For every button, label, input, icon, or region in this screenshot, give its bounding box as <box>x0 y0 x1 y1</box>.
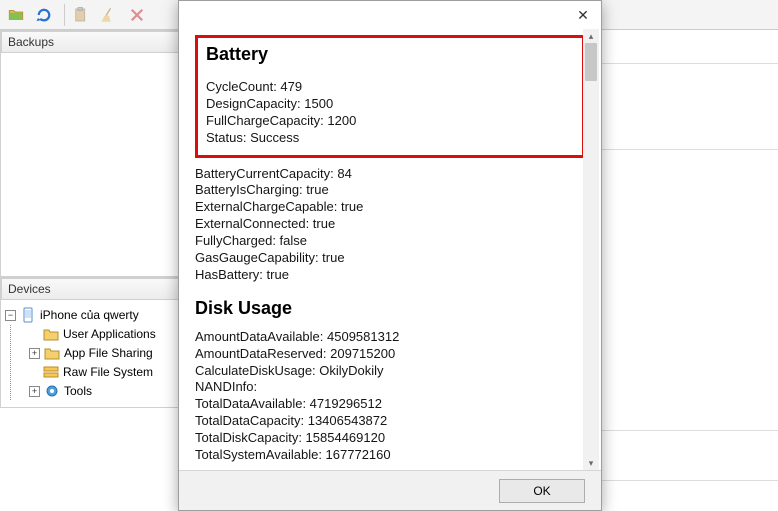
info-line: AmountDataReserved: 209715200 <box>195 346 585 363</box>
tree-item-tools[interactable]: + Tools <box>11 382 175 400</box>
info-line: TotalSystemAvailable: 167772160 <box>195 447 585 464</box>
device-tree: − iPhone của qwerty User Applications + … <box>1 300 179 407</box>
info-line: AmountDataAvailable: 4509581312 <box>195 329 585 346</box>
scroll-down-icon[interactable]: ▾ <box>583 456 599 470</box>
toolbar-divider <box>64 4 65 26</box>
devices-header: Devices <box>1 278 179 300</box>
broom-icon[interactable] <box>97 3 121 27</box>
battery-extended: BatteryCurrentCapacity: 84BatteryIsCharg… <box>195 166 585 284</box>
tree-item-raw-file-system[interactable]: Raw File System <box>11 363 175 381</box>
scroll-thumb[interactable] <box>585 43 597 81</box>
close-icon[interactable]: ✕ <box>569 4 597 26</box>
disk-title: Disk Usage <box>195 298 585 319</box>
refresh-icon[interactable] <box>32 3 56 27</box>
backups-header: Backups <box>1 31 179 53</box>
tree-item-label: User Applications <box>63 327 156 341</box>
dialog-footer: OK <box>179 470 601 510</box>
battery-highlight-box: Battery CycleCount: 479DesignCapacity: 1… <box>195 35 585 158</box>
plus-icon[interactable]: + <box>29 348 40 359</box>
info-line: TotalDataAvailable: 4719296512 <box>195 396 585 413</box>
tree-item-label: Raw File System <box>63 365 153 379</box>
devices-panel: Devices − iPhone của qwerty User Applica… <box>0 277 180 408</box>
tree-root[interactable]: − iPhone của qwerty <box>5 306 175 324</box>
delete-icon[interactable] <box>125 3 149 27</box>
info-line: TotalDataCapacity: 13406543872 <box>195 413 585 430</box>
phone-icon <box>20 308 36 322</box>
paste-icon[interactable] <box>69 3 93 27</box>
scroll-up-icon[interactable]: ▴ <box>583 29 599 43</box>
tree-item-label: App File Sharing <box>64 346 153 360</box>
info-line: BatteryIsCharging: true <box>195 182 585 199</box>
info-line: NANDInfo: <box>195 379 585 396</box>
ok-button[interactable]: OK <box>499 479 585 503</box>
info-line: FullChargeCapacity: 1200 <box>206 113 574 130</box>
info-line: TotalDiskCapacity: 15854469120 <box>195 430 585 447</box>
info-line: BatteryCurrentCapacity: 84 <box>195 166 585 183</box>
backups-panel: Backups <box>0 30 180 277</box>
disk-usage-block: Disk Usage AmountDataAvailable: 45095813… <box>195 298 585 464</box>
tree-item-label: Tools <box>64 384 92 398</box>
info-line: Status: Success <box>206 130 574 147</box>
tree-root-label: iPhone của qwerty <box>40 308 139 322</box>
info-line: ExternalChargeCapable: true <box>195 199 585 216</box>
info-line: GasGaugeCapability: true <box>195 250 585 267</box>
minus-icon[interactable]: − <box>5 310 16 321</box>
info-line: ExternalConnected: true <box>195 216 585 233</box>
info-line: DesignCapacity: 1500 <box>206 96 574 113</box>
info-line: CalculateDiskUsage: OkilyDokily <box>195 363 585 380</box>
dialog-body: ▴ ▾ Battery CycleCount: 479DesignCapacit… <box>179 29 601 470</box>
info-line: FullyCharged: false <box>195 233 585 250</box>
rawfs-icon <box>43 365 59 379</box>
tree-item-app-file-sharing[interactable]: + App File Sharing <box>11 344 175 362</box>
info-line: CycleCount: 479 <box>206 79 574 96</box>
info-line: HasBattery: true <box>195 267 585 284</box>
tree-item-user-applications[interactable]: User Applications <box>11 325 175 343</box>
gear-icon <box>44 384 60 398</box>
scrollbar[interactable]: ▴ ▾ <box>583 29 599 470</box>
folder-open-icon[interactable] <box>4 3 28 27</box>
plus-icon[interactable]: + <box>29 386 40 397</box>
folder-icon <box>44 346 60 360</box>
info-dialog: ✕ ▴ ▾ Battery CycleCount: 479DesignCapac… <box>178 0 602 511</box>
folder-icon <box>43 327 59 341</box>
battery-title: Battery <box>206 44 574 65</box>
sidebar: Backups Devices − iPhone của qwerty User… <box>0 30 180 511</box>
dialog-titlebar: ✕ <box>179 1 601 29</box>
